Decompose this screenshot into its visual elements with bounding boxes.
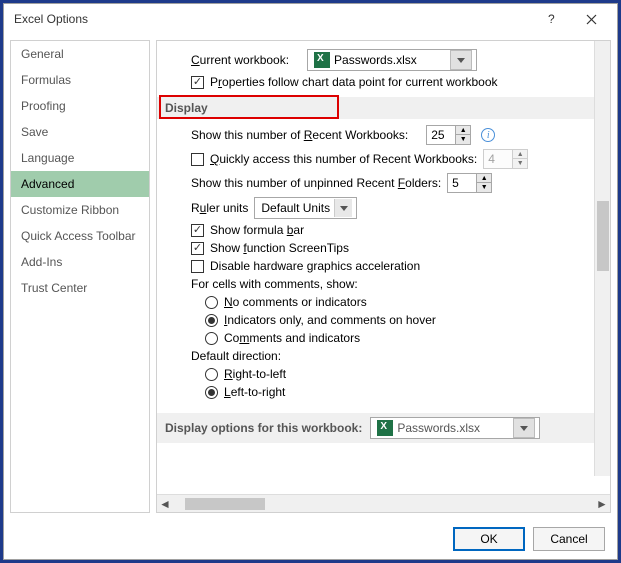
ok-button[interactable]: OK [453, 527, 525, 551]
horizontal-scrollbar[interactable]: ◄ ► [157, 494, 610, 512]
cancel-button[interactable]: Cancel [533, 527, 605, 551]
direction-rtl-label: Right-to-left [224, 367, 286, 381]
show-screentips-label: Show function ScreenTips [210, 241, 349, 255]
spin-down-icon: ▼ [513, 159, 527, 168]
sidebar-item-add-ins[interactable]: Add-Ins [11, 249, 149, 275]
display-workbook-dropdown[interactable]: Passwords.xlsx [370, 417, 540, 439]
disable-hw-checkbox[interactable] [191, 260, 204, 273]
sidebar-item-customize-ribbon[interactable]: Customize Ribbon [11, 197, 149, 223]
sidebar-item-save[interactable]: Save [11, 119, 149, 145]
spin-up-icon[interactable]: ▲ [477, 174, 491, 183]
recent-workbooks-spinner[interactable]: ▲▼ [426, 125, 471, 145]
chevron-down-icon [450, 50, 472, 70]
quick-access-label: Quickly access this number of Recent Wor… [210, 152, 477, 166]
display-workbook-section-heading: Display options for this workbook: Passw… [157, 413, 610, 443]
comments-indicators-label: Indicators only, and comments on hover [224, 313, 436, 327]
scrollbar-thumb[interactable] [185, 498, 265, 510]
spin-up-icon: ▲ [513, 150, 527, 159]
show-formula-bar-checkbox[interactable] [191, 224, 204, 237]
disable-hw-label: Disable hardware graphics acceleration [210, 259, 420, 273]
quick-access-spinner: ▲▼ [483, 149, 528, 169]
comments-all-radio[interactable] [205, 332, 218, 345]
recent-workbooks-label: Show this number of Recent Workbooks: [191, 128, 408, 142]
direction-rtl-radio[interactable] [205, 368, 218, 381]
properties-follow-chart-checkbox[interactable] [191, 76, 204, 89]
options-panel: Current workbook: Passwords.xlsx Propert… [157, 41, 610, 494]
show-formula-bar-label: Show formula bar [210, 223, 304, 237]
recent-workbooks-input[interactable] [427, 126, 455, 144]
comments-none-label: No comments or indicators [224, 295, 367, 309]
sidebar-item-general[interactable]: General [11, 41, 149, 67]
properties-follow-chart-label: Properties follow chart data point for c… [210, 75, 498, 89]
current-workbook-label: Current workbook: [191, 53, 289, 67]
ruler-units-label: Ruler units [191, 201, 248, 215]
chevron-down-icon [334, 199, 352, 217]
sidebar-item-language[interactable]: Language [11, 145, 149, 171]
sidebar-item-trust-center[interactable]: Trust Center [11, 275, 149, 301]
window-title: Excel Options [14, 12, 531, 26]
display-workbook-value: Passwords.xlsx [397, 421, 509, 435]
comments-heading: For cells with comments, show: [191, 277, 358, 291]
current-workbook-value: Passwords.xlsx [334, 53, 446, 67]
close-button[interactable] [571, 6, 611, 32]
comments-all-label: Comments and indicators [224, 331, 360, 345]
direction-ltr-radio[interactable] [205, 386, 218, 399]
help-button[interactable]: ? [531, 6, 571, 32]
svg-text:?: ? [548, 12, 555, 26]
sidebar-item-proofing[interactable]: Proofing [11, 93, 149, 119]
sidebar-item-quick-access-toolbar[interactable]: Quick Access Toolbar [11, 223, 149, 249]
recent-folders-spinner[interactable]: ▲▼ [447, 173, 492, 193]
sidebar-item-advanced[interactable]: Advanced [11, 171, 149, 197]
comments-none-radio[interactable] [205, 296, 218, 309]
quick-access-input [484, 150, 512, 168]
quick-access-checkbox[interactable] [191, 153, 204, 166]
category-sidebar: General Formulas Proofing Save Language … [10, 40, 150, 513]
scroll-left-icon[interactable]: ◄ [157, 496, 173, 512]
spin-down-icon[interactable]: ▼ [456, 135, 470, 144]
ruler-units-dropdown[interactable]: Default Units [254, 197, 357, 219]
direction-heading: Default direction: [191, 349, 281, 363]
current-workbook-dropdown[interactable]: Passwords.xlsx [307, 49, 477, 71]
show-screentips-checkbox[interactable] [191, 242, 204, 255]
titlebar: Excel Options ? [4, 4, 617, 34]
comments-indicators-radio[interactable] [205, 314, 218, 327]
spin-up-icon[interactable]: ▲ [456, 126, 470, 135]
excel-file-icon [314, 52, 330, 68]
ruler-units-value: Default Units [261, 201, 330, 215]
recent-folders-input[interactable] [448, 174, 476, 192]
vertical-scrollbar[interactable] [594, 41, 610, 476]
chevron-down-icon [513, 418, 535, 438]
scrollbar-thumb[interactable] [597, 201, 609, 271]
excel-file-icon [377, 420, 393, 436]
spin-down-icon[interactable]: ▼ [477, 183, 491, 192]
scroll-right-icon[interactable]: ► [594, 496, 610, 512]
sidebar-item-formulas[interactable]: Formulas [11, 67, 149, 93]
display-section-heading: Display [157, 97, 610, 119]
direction-ltr-label: Left-to-right [224, 385, 285, 399]
excel-options-dialog: Excel Options ? General Formulas Proofin… [3, 3, 618, 560]
dialog-footer: OK Cancel [4, 519, 617, 559]
info-icon[interactable]: i [481, 128, 495, 142]
recent-folders-label: Show this number of unpinned Recent Fold… [191, 176, 441, 190]
